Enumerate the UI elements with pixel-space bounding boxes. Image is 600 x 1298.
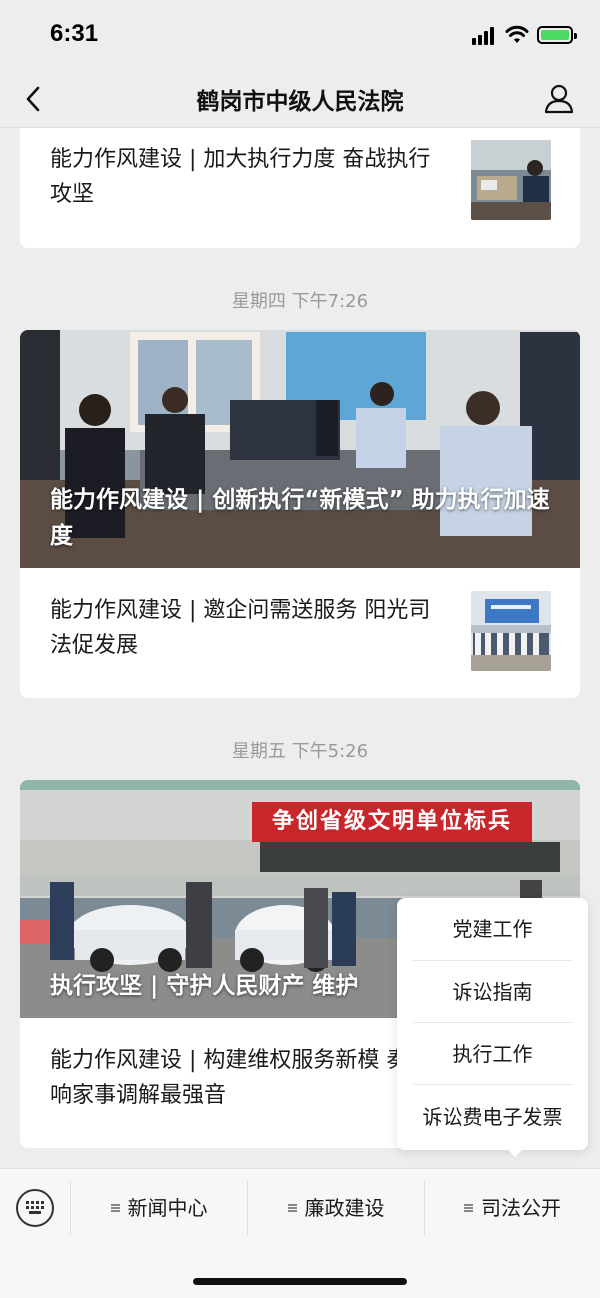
hero-title: 执行攻坚 | 守护人民财产 维护 bbox=[50, 973, 359, 999]
article-card: 能力作风建设 | 创新执行“新模式” 助力执行加速度 能力作风建设 | 邀企问需… bbox=[20, 330, 580, 698]
page-title: 鹤岗市中级人民法院 bbox=[196, 89, 404, 115]
status-time: 6:31 bbox=[50, 20, 99, 47]
wifi-icon bbox=[505, 25, 529, 43]
menu-list-icon bbox=[287, 1203, 297, 1213]
menu-tab-integrity[interactable]: 廉政建设 bbox=[248, 1181, 424, 1235]
article-thumbnail bbox=[471, 140, 551, 220]
nav-bar: 鹤岗市中级人民法院 bbox=[0, 70, 600, 128]
hero-banner: 争创省级文明单位标兵 bbox=[252, 802, 532, 842]
article-title: 能力作风建设 | 邀企问需送服务 阳光司法促发展 bbox=[50, 598, 431, 658]
article-card: 能力作风建设 | 加大执行力度 奋战执行攻坚 bbox=[20, 128, 580, 248]
keyboard-icon[interactable] bbox=[16, 1189, 54, 1227]
menu-tab-label: 司法公开 bbox=[481, 1196, 561, 1220]
submenu-item-enforcement[interactable]: 执行工作 bbox=[397, 1023, 588, 1085]
battery-icon bbox=[537, 26, 577, 44]
submenu-item-fee-invoice[interactable]: 诉讼费电子发票 bbox=[397, 1086, 588, 1148]
hero-title: 能力作风建设 | 创新执行“新模式” 助力执行加速度 bbox=[50, 487, 550, 549]
menu-tab-label: 廉政建设 bbox=[304, 1196, 385, 1220]
submenu-item-party-building[interactable]: 党建工作 bbox=[397, 898, 588, 960]
article-item[interactable]: 能力作风建设 | 加大执行力度 奋战执行攻坚 bbox=[20, 128, 580, 248]
submenu-popup: 党建工作 诉讼指南 执行工作 诉讼费电子发票 bbox=[397, 898, 588, 1150]
submenu-item-litigation-guide[interactable]: 诉讼指南 bbox=[397, 961, 588, 1023]
timestamp: 星期四 下午7:26 bbox=[231, 291, 369, 312]
submenu-divider bbox=[413, 1084, 572, 1085]
menu-list-icon bbox=[464, 1203, 473, 1213]
home-indicator bbox=[193, 1278, 407, 1285]
article-thumbnail bbox=[471, 591, 551, 671]
timestamp: 星期五 下午5:26 bbox=[231, 741, 369, 762]
signal-icon bbox=[472, 27, 498, 45]
hero-article[interactable]: 能力作风建设 | 创新执行“新模式” 助力执行加速度 bbox=[20, 330, 580, 568]
status-bar: 6:31 bbox=[0, 0, 600, 70]
article-title: 能力作风建设 | 构建维权服务新模 奏响家事调解最强音 bbox=[50, 1048, 409, 1108]
article-title: 能力作风建设 | 加大执行力度 奋战执行攻坚 bbox=[50, 147, 431, 207]
popup-pointer bbox=[506, 1148, 524, 1157]
menu-list-icon bbox=[110, 1203, 120, 1213]
menu-tab-news-center[interactable]: 新闻中心 bbox=[71, 1181, 247, 1235]
menu-tab-label: 新闻中心 bbox=[127, 1196, 208, 1220]
user-profile-icon[interactable] bbox=[544, 82, 574, 114]
menu-tab-judicial-disclosure[interactable]: 司法公开 bbox=[425, 1181, 600, 1235]
article-item[interactable]: 能力作风建设 | 邀企问需送服务 阳光司法促发展 bbox=[20, 568, 580, 698]
